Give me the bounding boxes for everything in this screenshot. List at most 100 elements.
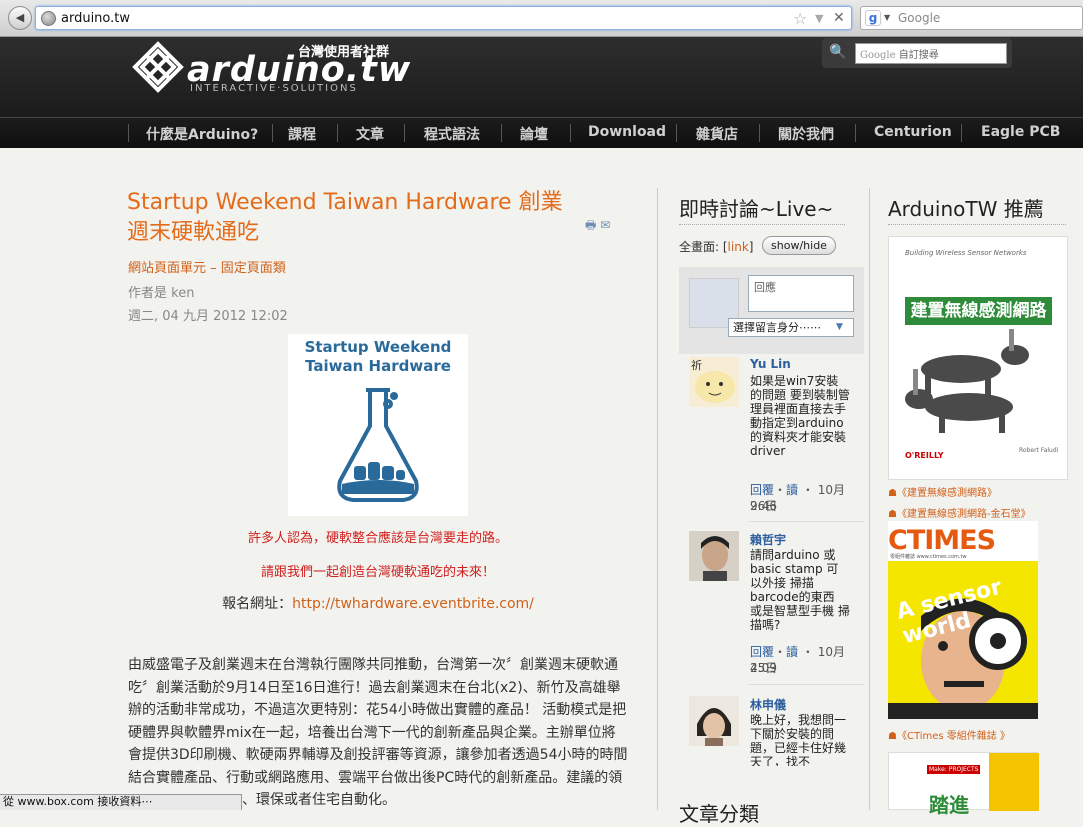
recommend-link-text[interactable]: 《建置無線感測網路-金石堂》 [897, 509, 1031, 520]
stop-icon[interactable]: ✕ [833, 10, 845, 26]
next-section-title: 文章分類 [679, 802, 759, 826]
flame-icon: ☗ [888, 488, 897, 499]
fullscreen-link[interactable]: link [728, 240, 749, 254]
search-icon[interactable]: 🔍 [829, 44, 846, 60]
nav-item-download[interactable]: Download [588, 124, 666, 140]
book-author: Robert Faludi [1019, 447, 1059, 454]
ctimes-magazine-cover[interactable]: CTIMES 零組件雜誌 www.ctimes.com.tw A sensor … [888, 521, 1038, 719]
image-line-2: Taiwan Hardware [305, 357, 451, 375]
nav-item-articles[interactable]: 文章 [356, 124, 384, 144]
comment-text: 請問arduino 或 basic stamp 可以外接 掃描barcode的東… [750, 548, 850, 632]
recommend-link[interactable]: ☗《建置無線感測網路-金石堂》 [888, 505, 1031, 520]
title-underline [679, 224, 845, 225]
article-author: 作者是 ken [128, 286, 195, 301]
browser-search-placeholder[interactable]: Google [898, 11, 940, 25]
nav-separator [404, 124, 405, 142]
comment-author[interactable]: 賴哲宇 [750, 531, 786, 548]
article-body-tail: 、環保或者住宅自動化。 [242, 792, 396, 808]
recommend-link-text[interactable]: 《CTimes 零組件雜誌 》 [897, 731, 1010, 742]
nav-item-eagle-pcb[interactable]: Eagle PCB [981, 124, 1060, 140]
ctimes-subtitle: 零組件雜誌 www.ctimes.com.tw [890, 554, 967, 560]
recommend-title: ArduinoTW 推薦 [888, 197, 1044, 221]
google-icon: g [865, 10, 881, 26]
avatar[interactable] [689, 531, 739, 581]
logo-subtitle: INTERACTIVE·SOLUTIONS [190, 83, 358, 94]
recommend-link-text[interactable]: 《建置無線感測網路》 [897, 488, 997, 499]
show-hide-button[interactable]: show/hide [762, 236, 836, 255]
history-dropdown-icon[interactable]: ▼ [815, 12, 823, 25]
image-line-1: Startup Weekend [304, 338, 452, 356]
book3-side-cover [989, 753, 1039, 811]
book-cover-make[interactable]: Make: PROJECTS 踏進 [888, 752, 1039, 817]
reply-link[interactable]: 回覆 [750, 645, 774, 659]
nav-separator [961, 124, 962, 142]
flame-icon: ☗ [888, 731, 897, 742]
site-search-placeholder-text: 自訂搜尋 [898, 50, 939, 61]
highlight-line-1: 許多人認為，硬軟整合應該是台灣要走的路。 [247, 531, 508, 546]
startup-weekend-image: Startup Weekend Taiwan Hardware [288, 334, 468, 516]
make-tag: Make: PROJECTS [927, 765, 981, 774]
reply-placeholder[interactable]: 回應 [754, 279, 776, 295]
registration-link[interactable]: http://twhardware.eventbrite.com/ [292, 596, 534, 612]
column-divider [869, 188, 870, 810]
flask-illustration-icon [337, 388, 419, 502]
comment-divider [749, 521, 864, 522]
comment-author[interactable]: 林申儀 [750, 696, 786, 713]
chevron-down-icon[interactable]: ▼ [836, 322, 843, 332]
print-icon[interactable]: 🖶 [585, 218, 596, 232]
book-title-band: 建置無線感測網路 [905, 297, 1052, 325]
comment-item: 祈 Yu Lin 如果是win7安裝的問題 要到裝制管理員裡面直接去手動指定到a… [689, 357, 859, 517]
svg-text:祈: 祈 [691, 359, 702, 372]
fullscreen-close: ] [748, 240, 754, 254]
url-text[interactable]: arduino.tw [61, 11, 130, 26]
fullscreen-line: 全畫面: [link] [679, 238, 753, 255]
nav-item-about[interactable]: 關於我們 [778, 124, 834, 144]
nav-item-centurion[interactable]: Centurion [874, 124, 952, 140]
registration-label: 報名網址： [222, 596, 293, 612]
fullscreen-label: 全畫面: [ [679, 240, 728, 254]
read-link[interactable]: 讀 [786, 483, 798, 497]
recommend-link[interactable]: ☗《CTimes 零組件雜誌 》 [888, 727, 1010, 742]
nav-item-forum[interactable]: 論壇 [520, 124, 548, 144]
back-button[interactable]: ◀ [8, 6, 32, 30]
flame-icon: ☗ [888, 509, 897, 520]
bookmark-star-icon[interactable]: ☆ [793, 9, 807, 28]
highlight-line-2: 請跟我們一起創造台灣硬軟通吃的未來！ [260, 565, 495, 580]
nav-item-what-is-arduino[interactable]: 什麼是Arduino? [146, 124, 258, 144]
ctimes-logo: CTIMES [888, 525, 996, 556]
nav-separator [337, 124, 338, 142]
email-icon[interactable]: ✉ [600, 218, 610, 232]
live-section-title: 即時討論~Live~ [679, 197, 834, 221]
comment-item: 賴哲宇 請問arduino 或 basic stamp 可以外接 掃描barco… [689, 531, 859, 681]
back-arrow-icon: ◀ [15, 11, 25, 24]
nav-separator [501, 124, 502, 142]
nav-separator [128, 124, 129, 142]
address-bar[interactable]: arduino.tw ☆ ▼ ✕ [35, 6, 852, 30]
comment-item: 林申儀 晚上好，我想問一下關於安裝的問題，已經卡住好幾天了，找不 [689, 696, 859, 766]
comment-time: 9:46 [750, 499, 777, 513]
comment-author[interactable]: Yu Lin [750, 357, 791, 371]
book-cover-wireless-sensor-networks[interactable]: Building Wireless Sensor Networks 建置無線感測… [888, 236, 1068, 480]
avatar[interactable]: 祈 [689, 357, 739, 407]
article-title[interactable]: Startup Weekend Taiwan Hardware 創業週末硬軟通吃 [127, 188, 582, 248]
reply-link[interactable]: 回覆 [750, 483, 774, 497]
avatar[interactable] [689, 696, 739, 746]
recommend-link[interactable]: ☗《建置無線感測網路》 [888, 484, 997, 499]
article-categories[interactable]: 網站頁面單元 – 固定頁面類 [128, 257, 286, 276]
nav-item-syntax[interactable]: 程式語法 [424, 124, 480, 144]
browser-search-box[interactable]: g ▼ Google [860, 6, 1083, 30]
nav-item-courses[interactable]: 課程 [288, 124, 316, 144]
cartoon-avatar-icon: 祈 [689, 357, 739, 407]
book3-title: 踏進 [929, 793, 969, 817]
meta-dot: ・ [774, 645, 787, 659]
nav-separator [272, 124, 273, 142]
nav-separator [570, 124, 571, 142]
arduino-logo-icon[interactable] [132, 41, 184, 93]
article-date: 週二, 04 九月 2012 12:02 [128, 309, 288, 324]
registration-line: 報名網址：http://twhardware.eventbrite.com/ [128, 593, 628, 613]
read-link[interactable]: 讀 [786, 645, 798, 659]
engine-dropdown-icon[interactable]: ▼ [884, 13, 890, 22]
article-tools: 🖶 ✉ [585, 216, 610, 237]
nav-item-store[interactable]: 雜貨店 [696, 124, 738, 144]
article-body: 由威盛電子及創業週末在台灣執行團隊共同推動，台灣第一次〞創業週末硬軟通吃〞創業活… [128, 657, 628, 786]
